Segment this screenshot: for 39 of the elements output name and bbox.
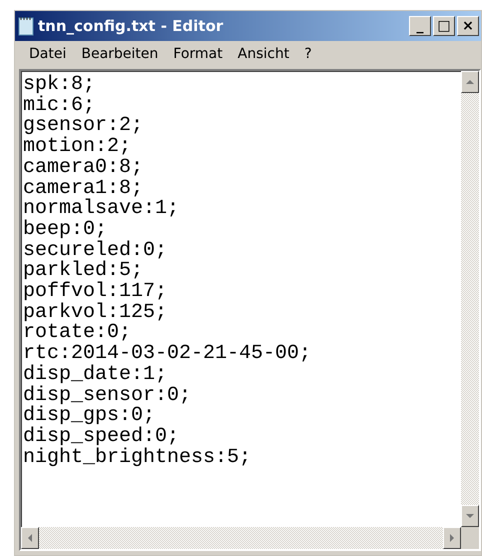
- up-triangle-icon: [465, 77, 475, 87]
- menu-item[interactable]: Datei: [29, 46, 66, 62]
- notepad-icon: [18, 15, 34, 37]
- scroll-left-button[interactable]: [21, 527, 39, 549]
- text-line: rotate:0;: [23, 323, 132, 344]
- maximize-button[interactable]: □: [433, 16, 455, 36]
- text-line: night_brightness:5;: [23, 448, 252, 468]
- text-line: secureled:0;: [23, 240, 168, 262]
- down-triangle-icon: [465, 511, 475, 521]
- right-triangle-icon: [447, 533, 457, 543]
- text-line: camera0:8;: [23, 158, 144, 179]
- text-line: spk:8;: [23, 75, 96, 96]
- text-line: rtc:2014-03-02-21-45-00;: [23, 344, 312, 365]
- menu-item[interactable]: ?: [304, 46, 312, 62]
- minimize-button[interactable]: _: [409, 16, 431, 36]
- scroll-down-button[interactable]: [461, 505, 479, 527]
- close-button[interactable]: ×: [457, 16, 479, 36]
- text-line: camera1:8;: [23, 178, 144, 200]
- scroll-right-button[interactable]: [443, 527, 461, 549]
- menu-item[interactable]: Format: [173, 46, 223, 62]
- text-line: beep:0;: [23, 220, 108, 241]
- text-line: gsensor:2;: [23, 116, 144, 138]
- text-line: mic:6;: [23, 96, 96, 116]
- text-line: disp_sensor:0;: [23, 386, 192, 406]
- text-line: parkvol:125;: [23, 302, 168, 324]
- scroll-up-button[interactable]: [461, 71, 479, 93]
- text-line: parkled:5;: [23, 261, 144, 282]
- window-title: tnn_config.txt - Editor: [38, 17, 224, 35]
- vertical-scrollbar[interactable]: [461, 71, 479, 527]
- size-grip[interactable]: [461, 527, 479, 549]
- text-line: normalsave:1;: [23, 199, 180, 220]
- menu-item[interactable]: Bearbeiten: [81, 46, 158, 62]
- text-line: motion:2;: [23, 137, 132, 158]
- text-line: disp_gps:0;: [23, 406, 156, 427]
- horizontal-scrollbar[interactable]: [21, 527, 461, 549]
- text-line: poffvol:117;: [23, 282, 168, 303]
- text-line: disp_date:1;: [23, 364, 168, 386]
- text-line: disp_speed:0;: [23, 426, 180, 448]
- menu-item[interactable]: Ansicht: [238, 46, 290, 62]
